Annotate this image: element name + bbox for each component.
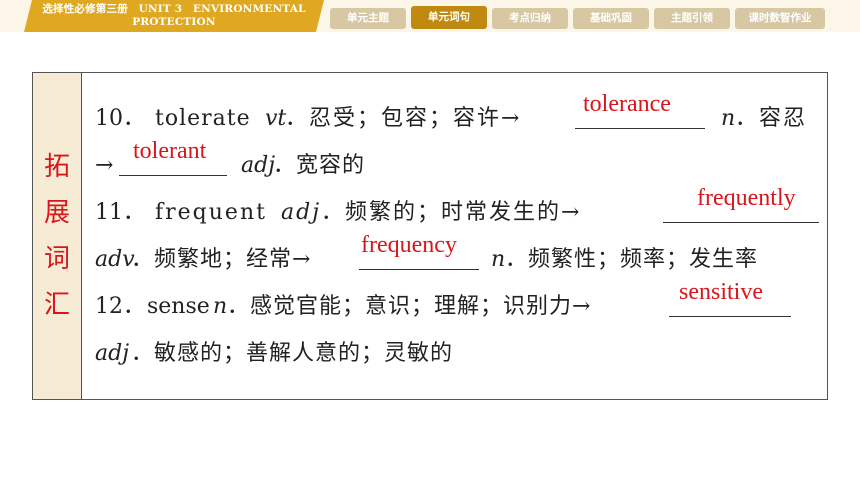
entry-11-line2: adv ．频繁地；经常→ frequency n ．频繁性；频率；发生率 xyxy=(95,232,825,283)
side-title-char: 词 xyxy=(43,244,70,274)
part-of-speech: adj xyxy=(281,200,322,225)
answer-blank: sensitive xyxy=(669,279,791,317)
derived-meaning: ．容忍 xyxy=(735,106,808,131)
entry-10-line2: → tolerant adj ．宽容的 xyxy=(95,138,825,189)
nav-homework[interactable]: 课时数智作业 xyxy=(735,8,825,29)
answer-text: tolerant xyxy=(133,138,207,164)
nav-unit-vocabulary[interactable]: 单元词句 xyxy=(411,6,487,29)
derived-meaning: ．频繁性；频率；发生率 xyxy=(505,247,759,272)
part-of-speech: n xyxy=(491,247,506,272)
entry-11-line1: 11． frequent adj ．频繁的；时常发生的→ frequently xyxy=(95,185,825,236)
nav-theme-guidance[interactable]: 主题引领 xyxy=(654,8,730,29)
vocabulary-panel: 拓 展 词 汇 10． tolerate vt ．忍受；包容；容许→ toler… xyxy=(32,72,828,400)
section-nav: 单元主题 单元词句 考点归纳 基础巩固 主题引领 课时数智作业 xyxy=(0,6,860,30)
side-title-char: 拓 xyxy=(43,152,70,182)
answer-text: frequently xyxy=(697,185,796,211)
arrow: → xyxy=(95,153,114,178)
entry-number: 10． xyxy=(95,106,145,131)
nav-key-points[interactable]: 考点归纳 xyxy=(492,8,568,29)
entry-12-line2: adj ．敏感的；善解人意的；灵敏的 xyxy=(95,330,825,377)
derived-meaning: ．敏感的；善解人意的；灵敏的 xyxy=(131,341,454,366)
entry-word: tolerate xyxy=(155,106,251,131)
entry-meaning: ．频繁的；时常发生的→ xyxy=(321,200,582,225)
side-title-char: 汇 xyxy=(43,290,70,320)
side-title-char: 展 xyxy=(43,198,70,228)
entry-meaning: ．忍受；包容；容许→ xyxy=(285,106,522,131)
answer-blank: tolerant xyxy=(119,138,227,176)
entry-10-line1: 10． tolerate vt ．忍受；包容；容许→ tolerance n ．… xyxy=(95,91,825,142)
entry-number: 12． xyxy=(95,294,145,319)
entry-word: sense xyxy=(147,294,210,319)
part-of-speech: n xyxy=(213,294,228,319)
part-of-speech: adj xyxy=(95,341,130,366)
part-of-speech: adv xyxy=(95,247,135,272)
answer-blank: frequently xyxy=(663,185,819,223)
nav-basic-consolidation[interactable]: 基础巩固 xyxy=(573,8,649,29)
derived-meaning: ．宽容的 xyxy=(273,153,366,178)
part-of-speech: adj xyxy=(241,153,276,178)
entry-word: frequent xyxy=(155,200,267,225)
entries: 10． tolerate vt ．忍受；包容；容许→ tolerance n ．… xyxy=(95,91,825,377)
part-of-speech: vt xyxy=(265,106,287,131)
nav-unit-theme[interactable]: 单元主题 xyxy=(330,8,406,29)
entry-meaning: ．感觉官能；意识；理解；识别力→ xyxy=(227,294,592,319)
derived-meaning: ．频繁地；经常→ xyxy=(131,247,312,272)
side-title: 拓 展 词 汇 xyxy=(33,73,82,399)
part-of-speech: n xyxy=(721,106,736,131)
answer-text: frequency xyxy=(361,232,457,258)
top-bar: 选择性必修第三册 UNIT 3 ENVIRONMENTAL PROTECTION… xyxy=(0,0,860,32)
entry-number: 11． xyxy=(95,200,145,225)
answer-blank: frequency xyxy=(359,232,479,270)
entry-12-line1: 12． sense n ．感觉官能；意识；理解；识别力→ sensitive xyxy=(95,279,825,330)
answer-blank: tolerance xyxy=(575,91,705,129)
answer-text: sensitive xyxy=(679,279,763,305)
answer-text: tolerance xyxy=(583,91,671,117)
